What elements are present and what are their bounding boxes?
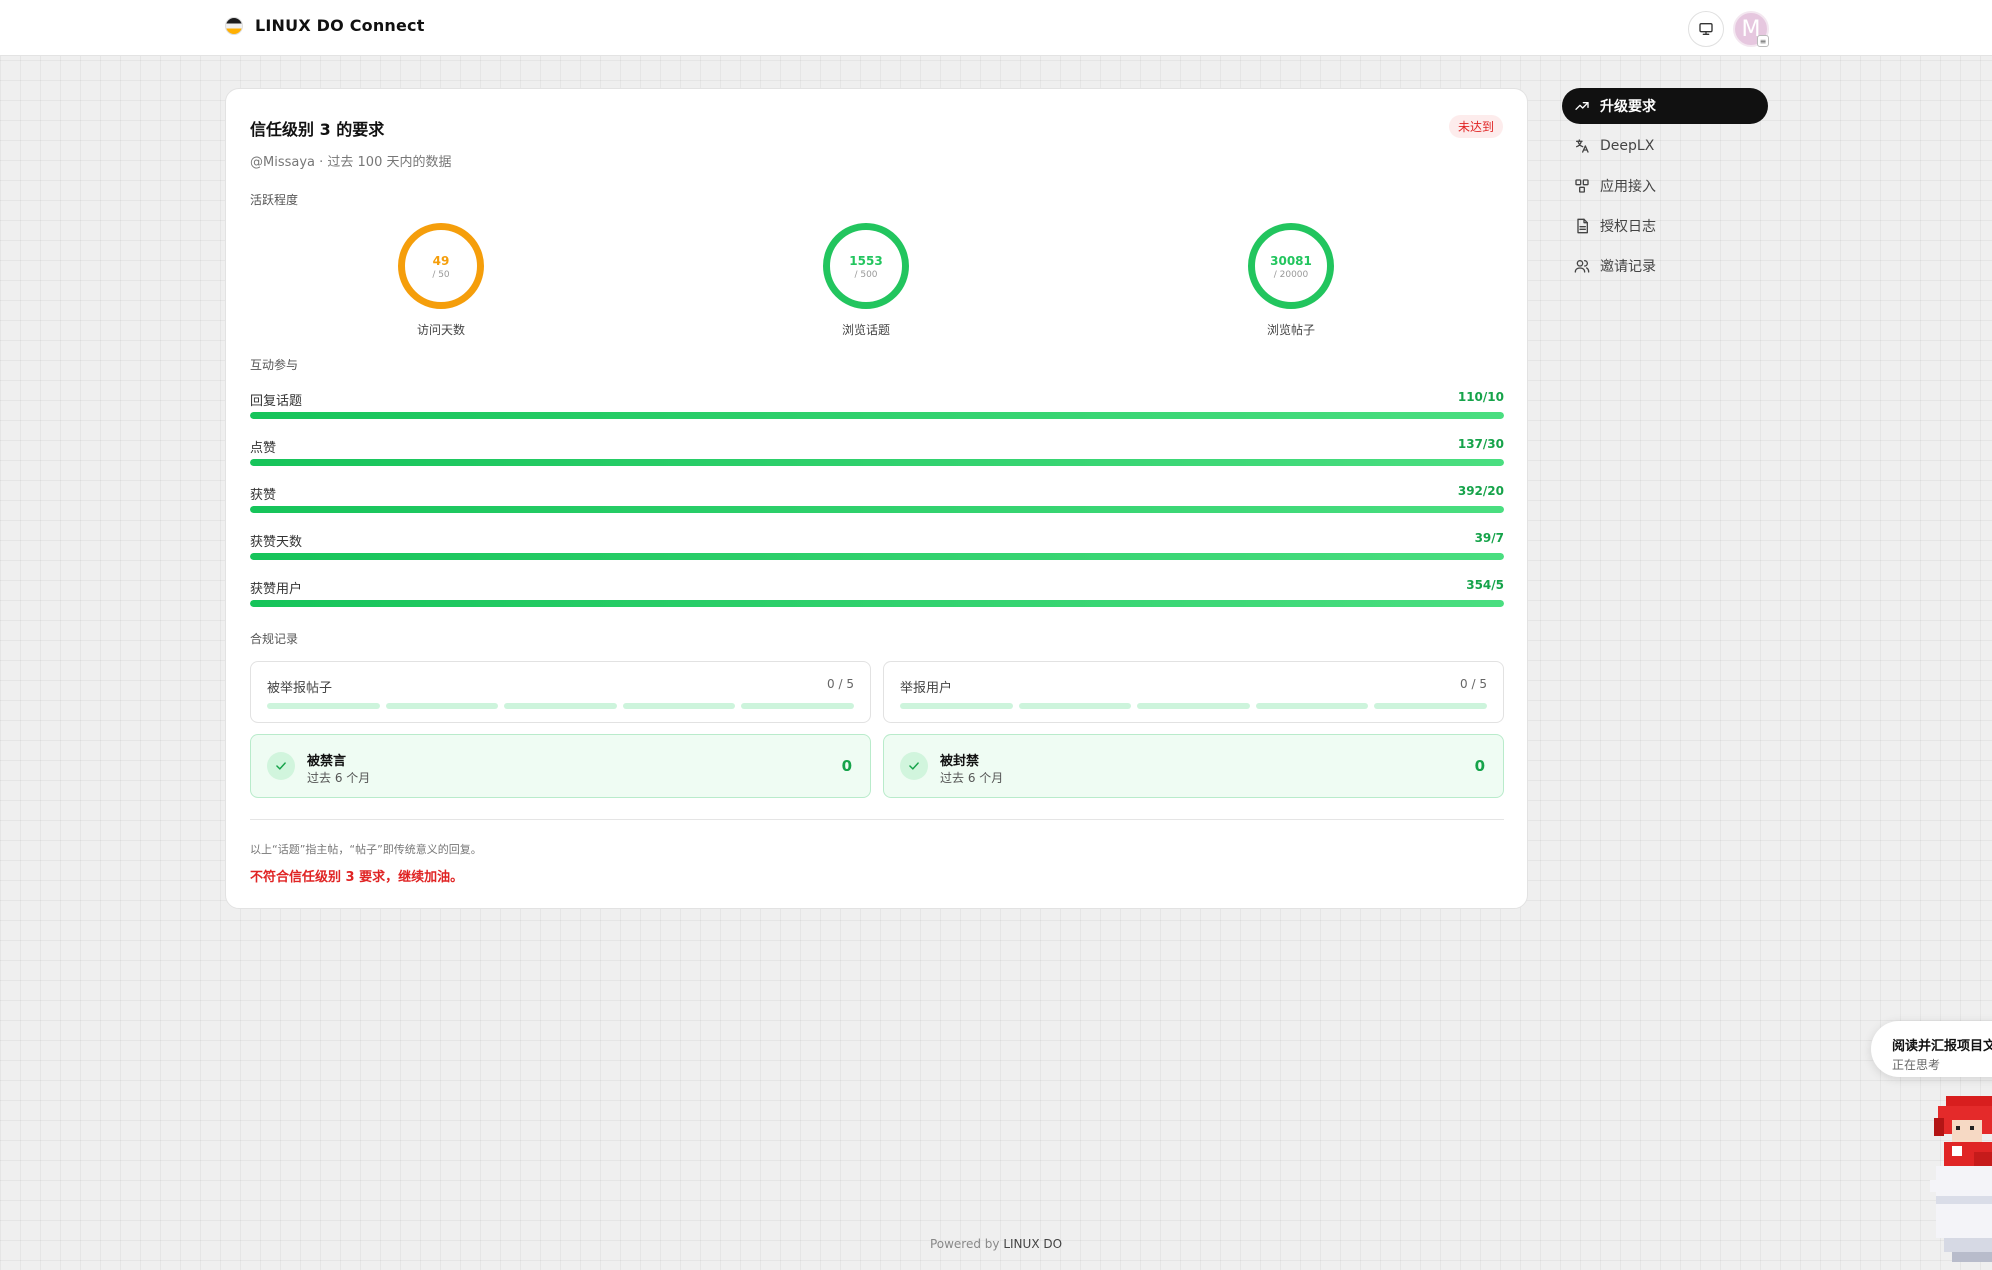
brand-link[interactable]: LINUX DO Connect [225, 16, 425, 35]
ring-label: 访问天数 [416, 323, 465, 337]
assistant-status: 正在思考 [1892, 1058, 1941, 1072]
footer-prefix: Powered by [929, 1237, 1000, 1251]
penalty-title: 被封禁 [940, 754, 980, 769]
divider [250, 819, 1504, 820]
interaction-section-label: 互动参与 [250, 358, 299, 372]
progress-label: 获赞 [250, 488, 277, 503]
progress-fill [250, 459, 1504, 466]
progress-value: 137/30 [1457, 437, 1504, 451]
avatar-menu-icon: ≡ [1757, 35, 1769, 47]
ring-target: / 50 [432, 270, 450, 280]
progress-fill [250, 506, 1504, 513]
sidebar-item-upgrade-requirements[interactable]: 升级要求 [1562, 88, 1768, 124]
progress-ring: 49 / 50 [398, 223, 484, 309]
assistant-popup[interactable]: 阅读并汇报项目文 正在思考 [1871, 1021, 1992, 1077]
status-badge: 未达到 [1448, 115, 1503, 138]
ring-target: / 500 [854, 270, 878, 280]
ring-target: / 20000 [1273, 270, 1309, 280]
progress-value: 39/7 [1474, 531, 1504, 545]
report-value: 0 / 5 [1460, 677, 1487, 691]
penalty-count: 0 [841, 757, 852, 775]
report-label: 举报用户 [900, 681, 953, 696]
sidebar-nav: 升级要求 DeepLX 应用接入 授权日志 邀请记录 [1562, 88, 1768, 288]
progress-value: 354/5 [1466, 578, 1504, 592]
ring-label: 浏览话题 [841, 323, 890, 337]
page-title: 信任级别 3 的要求 [250, 120, 385, 139]
apps-icon [1575, 179, 1589, 193]
sidebar-item-label: 升级要求 [1600, 99, 1656, 115]
progress-track [250, 506, 1504, 513]
result-message: 不符合信任级别 3 要求，继续加油。 [250, 870, 464, 885]
progress-value: 392/20 [1457, 484, 1504, 498]
assistant-task-title: 阅读并汇报项目文 [1892, 1039, 1992, 1054]
ring-topics-viewed: 1553 / 500 浏览话题 [806, 223, 926, 347]
ring-value: 49 [432, 254, 450, 268]
translate-icon [1576, 139, 1589, 153]
pixel-mascot-image[interactable] [1930, 1096, 1992, 1270]
check-icon [267, 752, 295, 780]
progress-label: 获赞天数 [250, 535, 303, 550]
users-icon [1574, 260, 1590, 273]
trending-up-icon [1575, 102, 1589, 110]
progress-track [250, 459, 1504, 466]
silenced-status-box: 被禁言 过去 6 个月 0 [250, 734, 871, 798]
ring-label: 浏览帖子 [1266, 323, 1315, 337]
report-value: 0 / 5 [827, 677, 854, 691]
ring-value: 1553 [849, 254, 883, 268]
progress-ring: 30081 / 20000 [1248, 223, 1334, 309]
brand-name: LINUX DO Connect [255, 16, 425, 35]
penalty-period: 过去 6 个月 [940, 771, 1004, 785]
sidebar-item-deeplx[interactable]: DeepLX [1562, 128, 1768, 164]
card-subtitle: @Missaya · 过去 100 天内的数据 [250, 155, 452, 170]
reported-posts-box: 被举报帖子 0 / 5 [250, 661, 871, 723]
progress-fill [250, 412, 1504, 419]
sidebar-item-label: 授权日志 [1600, 219, 1656, 235]
progress-row-likes-given: 点赞 137/30 [250, 437, 1504, 473]
ring-visit-days: 49 / 50 访问天数 [381, 223, 501, 347]
footnote: 以上“话题”指主帖，“帖子”即传统意义的回复。 [250, 843, 482, 856]
activity-section-label: 活跃程度 [250, 193, 299, 207]
document-icon [1577, 218, 1588, 234]
penalty-title: 被禁言 [307, 754, 347, 769]
progress-value: 110/10 [1457, 390, 1504, 404]
progress-label: 回复话题 [250, 394, 303, 409]
sidebar-item-invites[interactable]: 邀请记录 [1562, 248, 1768, 284]
progress-label: 点赞 [250, 441, 277, 456]
theme-toggle-button[interactable] [1688, 11, 1724, 47]
penalty-period: 过去 6 个月 [307, 771, 371, 785]
progress-track [250, 600, 1504, 607]
progress-fill [250, 553, 1504, 560]
ring-value: 30081 [1270, 254, 1312, 268]
ring-posts-read: 30081 / 20000 浏览帖子 [1231, 223, 1351, 347]
progress-row-replies: 回复话题 110/10 [250, 390, 1504, 426]
sidebar-item-label: DeepLX [1600, 138, 1655, 154]
report-segments [267, 703, 854, 709]
linux-do-logo [225, 16, 243, 35]
monitor-icon [1699, 22, 1713, 35]
trust-level-card: 信任级别 3 的要求 未达到 @Missaya · 过去 100 天内的数据 活… [225, 88, 1528, 909]
sidebar-item-auth-logs[interactable]: 授权日志 [1562, 208, 1768, 244]
compliance-section-label: 合规记录 [250, 632, 299, 646]
report-label: 被举报帖子 [267, 681, 333, 696]
reported-users-box: 举报用户 0 / 5 [883, 661, 1504, 723]
sidebar-item-label: 邀请记录 [1600, 259, 1656, 275]
penalty-count: 0 [1474, 757, 1485, 775]
footer: Powered by LINUX DO [0, 1237, 1992, 1251]
sidebar-item-label: 应用接入 [1600, 179, 1656, 195]
sidebar-item-app-integration[interactable]: 应用接入 [1562, 168, 1768, 204]
progress-row-liked-users: 获赞用户 354/5 [250, 578, 1504, 614]
progress-label: 获赞用户 [250, 582, 303, 597]
progress-row-liked-days: 获赞天数 39/7 [250, 531, 1504, 567]
progress-ring: 1553 / 500 [823, 223, 909, 309]
progress-row-likes-received: 获赞 392/20 [250, 484, 1504, 520]
report-segments [900, 703, 1487, 709]
progress-fill [250, 600, 1504, 607]
footer-brand-link[interactable]: LINUX DO [1003, 1237, 1062, 1251]
suspended-status-box: 被封禁 过去 6 个月 0 [883, 734, 1504, 798]
progress-track [250, 553, 1504, 560]
check-icon [900, 752, 928, 780]
top-bar: LINUX DO Connect M ≡ [0, 0, 1992, 56]
user-avatar[interactable]: M ≡ [1733, 11, 1769, 47]
progress-track [250, 412, 1504, 419]
